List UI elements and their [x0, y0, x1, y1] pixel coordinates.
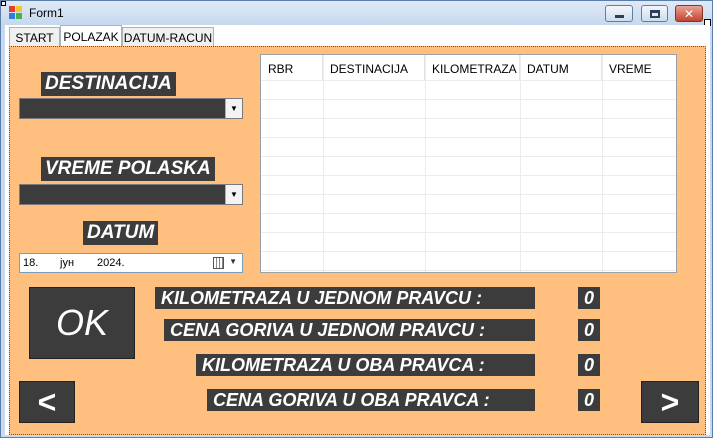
- grid-row-line: [261, 156, 676, 157]
- departures-grid[interactable]: RBR DESTINACIJA KILOMETRAZA DATUM VREME: [260, 54, 677, 273]
- date-month[interactable]: јун: [60, 257, 74, 269]
- date-year[interactable]: 2024.: [97, 257, 125, 269]
- column-header-destinacija[interactable]: DESTINACIJA: [323, 55, 425, 80]
- grid-row-line: [261, 118, 676, 119]
- date-picker[interactable]: 18. јун 2024. ▼: [19, 253, 243, 273]
- km-both-ways-value: 0: [578, 354, 600, 376]
- previous-button[interactable]: <: [19, 381, 75, 423]
- km-both-ways-label: KILOMETRAZA U OBA PRAVCA :: [196, 354, 535, 376]
- title-bar[interactable]: Form1 ✕: [1, 1, 712, 25]
- fuel-both-ways-value: 0: [578, 389, 600, 411]
- resize-handle: [1, 1, 6, 6]
- close-button[interactable]: ✕: [675, 5, 703, 22]
- close-icon: ✕: [683, 6, 695, 21]
- grid-row-line: [261, 213, 676, 214]
- fuel-one-way-label: CENA GORIVA U JEDNOM PRAVCU :: [164, 319, 535, 341]
- column-header-datum[interactable]: DATUM: [520, 55, 602, 80]
- grid-row-line: [261, 194, 676, 195]
- calendar-icon[interactable]: [213, 257, 224, 269]
- km-one-way-label: KILOMETRAZA U JEDNOM PRAVCU :: [155, 287, 535, 309]
- grid-row-line: [261, 137, 676, 138]
- grid-row-line: [261, 80, 676, 81]
- tab-start[interactable]: START: [9, 27, 60, 47]
- chevron-down-icon[interactable]: ▼: [229, 257, 237, 266]
- next-button[interactable]: >: [641, 381, 699, 423]
- fuel-one-way-value: 0: [578, 319, 600, 341]
- dropdown-arrow-icon[interactable]: ▼: [225, 99, 242, 118]
- vreme-polaska-label: VREME POLASKA: [41, 157, 215, 181]
- minimize-icon: [614, 15, 624, 18]
- dropdown-arrow-icon[interactable]: ▼: [225, 185, 242, 204]
- window-title: Form1: [29, 6, 64, 20]
- grid-row-line: [261, 232, 676, 233]
- grid-column-line: [602, 55, 603, 272]
- grid-column-line: [520, 55, 521, 272]
- datum-label: DATUM: [83, 221, 159, 245]
- grid-row-line: [261, 270, 676, 271]
- column-header-rbr[interactable]: RBR: [261, 55, 323, 80]
- km-one-way-value: 0: [578, 287, 600, 309]
- vreme-polaska-combo[interactable]: ▼: [19, 184, 243, 205]
- grid-row-line: [261, 99, 676, 100]
- ok-button[interactable]: OK: [29, 287, 135, 359]
- column-header-kilometraza[interactable]: KILOMETRAZA: [425, 55, 520, 80]
- destinacija-label: DESTINACIJA: [41, 72, 176, 96]
- date-day[interactable]: 18.: [23, 257, 38, 269]
- grid-column-line: [425, 55, 426, 272]
- tab-polazak[interactable]: POLAZAK: [60, 25, 122, 47]
- tab-datum-racun[interactable]: DATUM-RACUN: [122, 27, 214, 47]
- app-icon: [9, 6, 23, 20]
- main-window: Form1 ✕ START DATUM-RACUN POLAZAK DESTIN…: [0, 0, 713, 438]
- fuel-both-ways-label: CENA GORIVA U OBA PRAVCA :: [207, 389, 535, 411]
- grid-row-line: [261, 175, 676, 176]
- maximize-icon: [649, 9, 660, 18]
- grid-row-line: [261, 251, 676, 252]
- minimize-button[interactable]: [605, 5, 633, 22]
- maximize-button[interactable]: [641, 5, 668, 22]
- destinacija-combo[interactable]: ▼: [19, 98, 243, 119]
- grid-column-line: [323, 55, 324, 272]
- column-header-vreme[interactable]: VREME: [602, 55, 676, 80]
